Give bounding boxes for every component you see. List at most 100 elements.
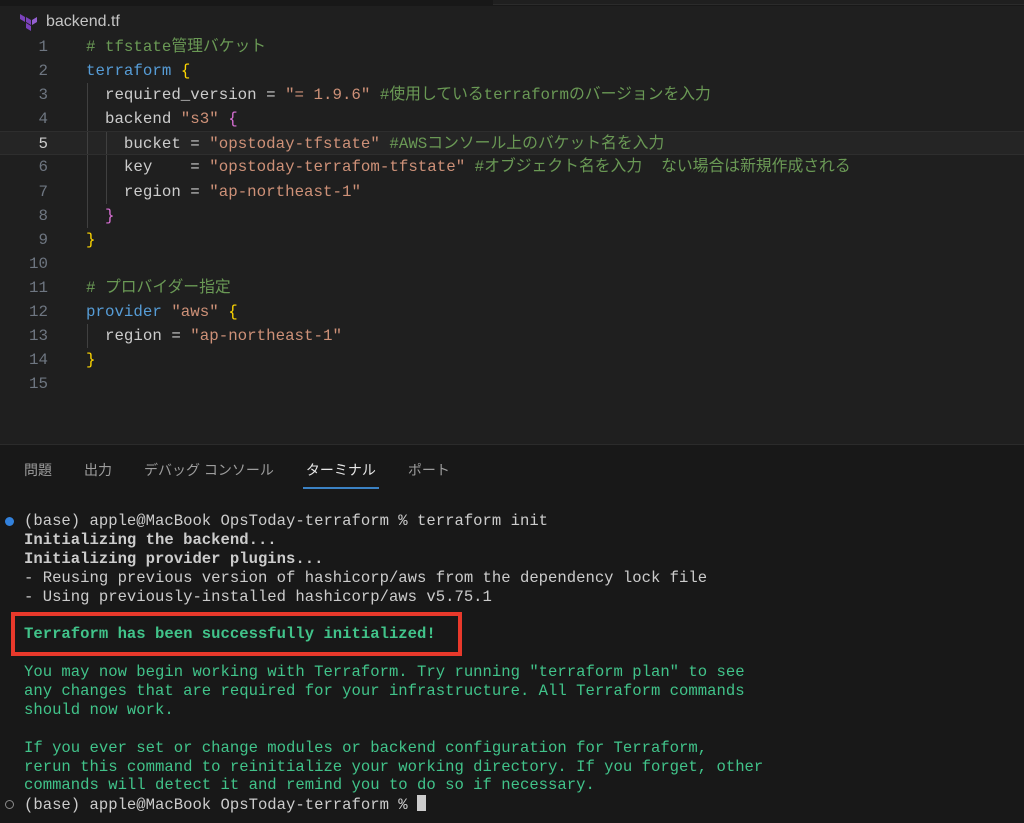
editor-tab[interactable]: backend.tf (20, 10, 120, 34)
code-token-brace: } (86, 351, 96, 370)
code-line[interactable]: 5 bucket = "opstoday-tfstate" #AWSコンソール上… (0, 131, 1024, 156)
line-number: 4 (38, 110, 48, 129)
code-line[interactable]: 4 backend "s3" { (0, 107, 1024, 132)
terminal-text: You may now begin working with Terraform… (24, 663, 745, 682)
code-line[interactable]: 1 # tfstate管理バケット (0, 35, 1024, 59)
code-text: bucket = "opstoday-tfstate" #AWSコンソール上のバ… (86, 132, 664, 156)
terminal-line: commands will detect it and remind you t… (24, 776, 763, 795)
code-token-str: "opstoday-tfstate" (209, 135, 380, 154)
code-token-brace2: { (228, 110, 238, 129)
code-line[interactable]: 3 required_version = "= 1.9.6" #使用しているte… (0, 83, 1024, 108)
code-token-brace: { (228, 303, 238, 322)
panel-tab[interactable]: ターミナル (302, 459, 379, 489)
line-number: 12 (29, 303, 48, 322)
panel-tab[interactable]: デバッグ コンソール (144, 459, 274, 489)
code-text: required_version = "= 1.9.6" #使用しているterr… (86, 83, 711, 107)
line-number: 9 (38, 230, 48, 249)
code-text: backend "s3" { (86, 107, 238, 131)
code-text: } (86, 228, 95, 252)
code-token-str: "ap-northeast-1" (209, 182, 361, 201)
code-text: } (86, 348, 95, 372)
code-token-str: "ap-northeast-1" (190, 327, 342, 346)
line-number: 14 (29, 351, 48, 370)
line-number: 2 (38, 62, 48, 81)
code-editor[interactable]: backend.tf 1 # tfstate管理バケット 2 terraform {3… (0, 6, 1024, 444)
terminal-text: any changes that are required for your i… (24, 682, 745, 701)
terminal-line: Initializing provider plugins... (24, 550, 763, 569)
terminal-line: (base) apple@MacBook OpsToday-terraform … (5, 795, 763, 815)
terminal-text: Initializing provider plugins... (24, 549, 324, 568)
code-line[interactable]: 13 region = "ap-northeast-1" (0, 324, 1024, 349)
terminal-line: - Using previously-installed hashicorp/a… (24, 588, 763, 607)
code-line[interactable]: 10 (0, 252, 1024, 276)
terminal-line: Initializing the backend... (24, 531, 763, 550)
panel-tab[interactable]: 出力 (84, 459, 112, 489)
code-lines[interactable]: 1 # tfstate管理バケット 2 terraform {3 required_v… (0, 35, 1024, 396)
code-text: key = "opstoday-terrafom-tfstate" #オブジェク… (86, 155, 851, 179)
code-token-plain: key = (86, 158, 210, 177)
code-token-plain: region = (86, 182, 210, 201)
terminal-text: should now work. (24, 700, 174, 719)
code-line[interactable]: 7 region = "ap-northeast-1" (0, 179, 1024, 204)
code-token-str: "= 1.9.6" (285, 86, 371, 105)
code-token-plain: region = (86, 327, 191, 346)
code-token-comment: #使用しているterraformのバージョンを入力 (370, 86, 711, 105)
code-line[interactable]: 15 (0, 372, 1024, 396)
editor-tab-title: backend.tf (46, 13, 120, 30)
terminal-text: (base) apple@MacBook OpsToday-terraform … (24, 512, 549, 530)
code-line[interactable]: 8 } (0, 203, 1024, 228)
code-line[interactable]: 11 # プロバイダー指定 (0, 276, 1024, 300)
code-token-comment: #AWSコンソール上のバケット名を入力 (379, 135, 665, 154)
code-token-str: "aws" (171, 303, 219, 322)
code-token-kw: provider (86, 303, 162, 322)
code-line[interactable]: 12 provider "aws" { (0, 300, 1024, 324)
terminal-text: (base) apple@MacBook OpsToday-terraform … (24, 796, 418, 815)
code-token-plain: backend (86, 110, 181, 129)
line-number: 3 (38, 86, 48, 105)
terminal-text: Initializing the backend... (24, 530, 277, 549)
code-text: } (86, 204, 114, 228)
code-text: provider "aws" { (86, 300, 238, 324)
code-text: terraform { (86, 59, 190, 83)
code-line[interactable]: 14} (0, 348, 1024, 372)
line-number: 13 (29, 327, 48, 346)
terminal-line: - Reusing previous version of hashicorp/… (24, 569, 763, 588)
code-line[interactable]: 6 key = "opstoday-terrafom-tfstate" #オブジ… (0, 155, 1024, 180)
code-line[interactable]: 2 terraform { (0, 59, 1024, 83)
code-token-brace2: } (104, 206, 115, 225)
terminal-line: If you ever set or change modules or bac… (24, 739, 763, 758)
terminal-output[interactable]: (base) apple@MacBook OpsToday-terraform … (5, 512, 764, 815)
code-token-comment: # プロバイダー指定 (86, 278, 231, 297)
code-line[interactable]: 9} (0, 228, 1024, 252)
terraform-icon (20, 14, 37, 31)
code-text: # tfstate管理バケット (86, 35, 266, 59)
panel-tab[interactable]: 問題 (24, 459, 52, 489)
terminal-line: You may now begin working with Terraform… (24, 663, 763, 682)
terminal-text: commands will detect it and remind you t… (24, 776, 595, 795)
terminal-line: any changes that are required for your i… (24, 682, 763, 701)
code-text: region = "ap-northeast-1" (86, 180, 361, 204)
command-status-icon[interactable] (5, 517, 14, 526)
code-text: region = "ap-northeast-1" (86, 324, 342, 348)
code-token-brace: } (86, 230, 96, 249)
line-number: 15 (29, 375, 48, 394)
code-token-comment: #オブジェクト名を入力 ない場合は新規作成される (465, 158, 851, 177)
command-status-icon[interactable] (5, 800, 14, 810)
panel-tabs: 問題 出力 デバッグ コンソール ターミナル ポート (24, 459, 482, 489)
code-text: # プロバイダー指定 (86, 276, 231, 300)
code-token-str: "opstoday-terrafom-tfstate" (209, 158, 466, 177)
title-strip (493, 0, 1024, 5)
code-token-plain: bucket = (86, 135, 210, 154)
line-number: 8 (38, 206, 48, 225)
terminal-text: - Using previously-installed hashicorp/a… (24, 587, 492, 606)
line-number: 7 (38, 182, 48, 201)
panel-tab[interactable]: ポート (408, 459, 450, 489)
terminal-text: rerun this command to reinitialize your … (24, 757, 764, 776)
line-number: 5 (38, 135, 48, 154)
code-token-plain: required_version = (86, 86, 286, 105)
